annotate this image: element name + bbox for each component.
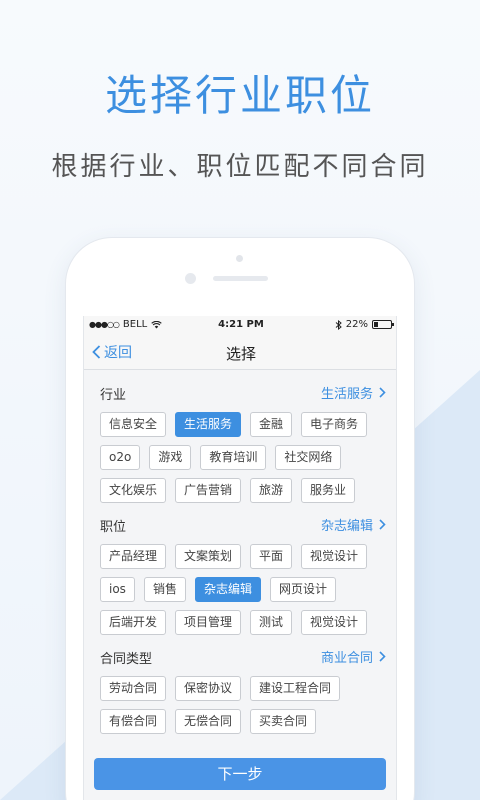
- headline: 选择行业职位: [104, 71, 375, 120]
- tag-row: ios 销售 杂志编辑 网页设计: [100, 577, 336, 602]
- tag-option[interactable]: 旅游: [250, 478, 293, 503]
- industry-section-header[interactable]: 行业 生活服务: [84, 380, 396, 404]
- tag-option[interactable]: 有偿合同: [100, 709, 167, 734]
- phone-camera: [185, 273, 196, 284]
- subheadline: 根据行业、职位匹配不同合同: [51, 152, 429, 182]
- phone-screen: ●●●○○ BELL 4:21 PM 22% 返回 选择 行业 生活服务 信息安…: [83, 316, 397, 800]
- status-bar: ●●●○○ BELL 4:21 PM 22%: [84, 316, 396, 334]
- tag-option[interactable]: 游戏: [149, 445, 192, 470]
- tag-option[interactable]: 保密协议: [175, 676, 242, 701]
- tag-option[interactable]: 无偿合同: [175, 709, 242, 734]
- contract-selected-value[interactable]: 商业合同: [321, 647, 386, 666]
- tag-option[interactable]: 广告营销: [175, 478, 242, 503]
- tag-row: 劳动合同 保密协议 建设工程合同: [100, 676, 341, 701]
- tag-option[interactable]: 视觉设计: [301, 610, 368, 635]
- chevron-right-icon: [379, 651, 386, 662]
- tag-option[interactable]: 项目管理: [175, 610, 242, 635]
- tag-row: 产品经理 文案策划 平面 视觉设计: [100, 544, 368, 569]
- phone-sensor: [236, 255, 243, 262]
- tag-option[interactable]: 买卖合同: [250, 709, 317, 734]
- page-title: 选择: [225, 345, 256, 363]
- tag-option[interactable]: 社交网络: [275, 445, 342, 470]
- chevron-right-icon: [379, 387, 386, 398]
- tag-option[interactable]: 劳动合同: [100, 676, 167, 701]
- tag-option[interactable]: 后端开发: [100, 610, 167, 635]
- industry-selected-value[interactable]: 生活服务: [321, 383, 386, 402]
- tag-option[interactable]: 信息安全: [100, 412, 167, 437]
- selected-value-label: 商业合同: [320, 651, 373, 666]
- tag-row: 后端开发 项目管理 测试 视觉设计: [100, 610, 368, 635]
- tag-option[interactable]: 视觉设计: [301, 544, 368, 569]
- position-section-header[interactable]: 职位 杂志编辑: [84, 512, 396, 536]
- next-step-button[interactable]: 下一步: [94, 758, 386, 790]
- tag-option[interactable]: 销售: [143, 577, 186, 602]
- selected-value-label: 杂志编辑: [320, 519, 373, 534]
- tag-option[interactable]: o2o: [100, 445, 141, 470]
- tag-option[interactable]: ios: [100, 577, 135, 602]
- battery-icon: [372, 320, 394, 329]
- tag-option[interactable]: 平面: [250, 544, 293, 569]
- tag-row: 信息安全 生活服务 金融 电子商务: [100, 412, 368, 437]
- tag-row: 文化娱乐 广告营销 旅游 服务业: [100, 478, 356, 503]
- selected-value-label: 生活服务: [320, 387, 373, 402]
- position-selected-value[interactable]: 杂志编辑: [321, 515, 386, 534]
- tag-option[interactable]: 文化娱乐: [100, 478, 167, 503]
- battery-percent: 22%: [345, 319, 368, 330]
- contract-section-header[interactable]: 合同类型 商业合同: [84, 644, 396, 668]
- tag-option-selected[interactable]: 杂志编辑: [194, 577, 261, 602]
- tag-option[interactable]: 测试: [250, 610, 293, 635]
- section-title: 行业: [100, 388, 127, 403]
- tag-option[interactable]: 教育培训: [200, 445, 267, 470]
- phone-speaker: [213, 276, 268, 281]
- nav-bar: 返回 选择: [84, 334, 396, 370]
- tag-option[interactable]: 金融: [250, 412, 293, 437]
- bluetooth-icon: [335, 319, 342, 330]
- tag-option-selected[interactable]: 生活服务: [175, 412, 242, 437]
- tag-option[interactable]: 服务业: [301, 478, 356, 503]
- section-title: 职位: [100, 520, 127, 535]
- tag-option[interactable]: 文案策划: [175, 544, 242, 569]
- tag-row: 有偿合同 无偿合同 买卖合同: [100, 709, 317, 734]
- tag-option[interactable]: 网页设计: [269, 577, 336, 602]
- section-title: 合同类型: [100, 652, 153, 667]
- tag-row: o2o 游戏 教育培训 社交网络: [100, 445, 342, 470]
- tag-option[interactable]: 产品经理: [100, 544, 167, 569]
- tag-option[interactable]: 建设工程合同: [250, 676, 341, 701]
- chevron-right-icon: [379, 519, 386, 530]
- tag-option[interactable]: 电子商务: [301, 412, 368, 437]
